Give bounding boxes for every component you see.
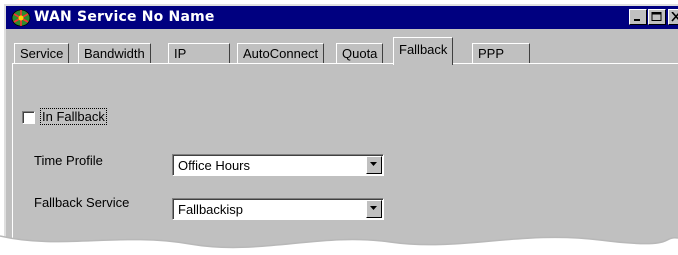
- tab-fallback[interactable]: Fallback: [393, 37, 454, 65]
- torn-edge-overlay: [0, 235, 678, 255]
